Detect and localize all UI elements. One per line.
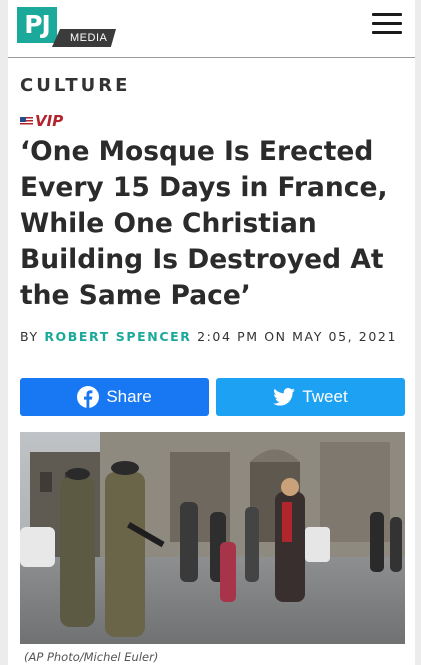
menu-bar: [372, 22, 402, 25]
article-page: PJ MEDIA CULTURE VIP ‘One Mosque Is Erec…: [8, 0, 415, 665]
hamburger-menu-icon[interactable]: [372, 13, 402, 35]
site-header: PJ MEDIA: [8, 0, 415, 58]
article-photo: [20, 432, 405, 644]
byline: BY ROBERT SPENCER 2:04 PM ON MAY 05, 202…: [20, 329, 397, 344]
article-title: ‘One Mosque Is Erected Every 15 Days in …: [20, 136, 388, 311]
vip-badge[interactable]: VIP: [20, 112, 63, 130]
us-flag-icon: [20, 116, 33, 126]
menu-bar: [372, 13, 402, 16]
publish-timestamp: 2:04 PM ON MAY 05, 2021: [197, 329, 398, 344]
vip-label: VIP: [35, 112, 64, 130]
article-photo-illustration: [20, 432, 405, 644]
twitter-bird-icon: [273, 388, 296, 406]
pj-media-logo[interactable]: PJ MEDIA: [17, 7, 117, 49]
photo-caption: (AP Photo/Michel Euler): [24, 650, 159, 664]
category-link[interactable]: CULTURE: [20, 75, 130, 96]
twitter-tweet-button[interactable]: Tweet: [216, 378, 405, 416]
share-label: Share: [106, 387, 152, 406]
author-link[interactable]: ROBERT SPENCER: [44, 329, 191, 344]
facebook-icon: [77, 386, 100, 408]
logo-subtext: MEDIA: [52, 29, 116, 47]
tweet-label: Tweet: [302, 387, 348, 406]
facebook-share-button[interactable]: Share: [20, 378, 209, 416]
menu-bar: [372, 31, 402, 34]
byline-prefix: BY: [20, 329, 39, 344]
logo-mark: PJ: [17, 7, 57, 43]
